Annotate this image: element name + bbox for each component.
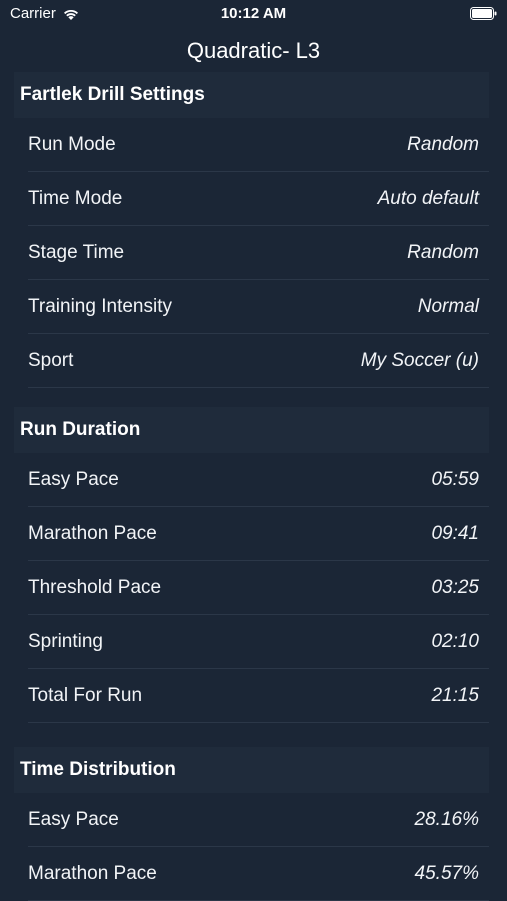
row-value: Random xyxy=(407,241,479,263)
row-value: 03:25 xyxy=(431,576,479,598)
distribution-row-easy-pace[interactable]: Easy Pace 28.16% xyxy=(28,793,489,847)
section-header: Run Duration xyxy=(14,407,489,453)
row-value: 28.16% xyxy=(414,808,479,830)
row-label: Sport xyxy=(28,349,74,371)
settings-row-training-intensity[interactable]: Training Intensity Normal xyxy=(28,280,489,334)
row-label: Stage Time xyxy=(28,241,125,263)
row-value: Normal xyxy=(417,295,479,317)
section-header: Time Distribution xyxy=(14,747,489,793)
row-label: Training Intensity xyxy=(28,295,172,317)
row-value: Random xyxy=(407,133,479,155)
duration-row-sprinting[interactable]: Sprinting 02:10 xyxy=(28,615,489,669)
settings-row-run-mode[interactable]: Run Mode Random xyxy=(28,118,489,172)
section-run-duration: Run Duration Easy Pace 05:59 Marathon Pa… xyxy=(14,407,489,723)
row-label: Marathon Pace xyxy=(28,862,157,884)
duration-row-total[interactable]: Total For Run 21:15 xyxy=(28,669,489,723)
row-label: Run Mode xyxy=(28,133,116,155)
settings-row-time-mode[interactable]: Time Mode Auto default xyxy=(28,172,489,226)
settings-row-sport[interactable]: Sport My Soccer (u) xyxy=(28,334,489,388)
section-time-distribution: Time Distribution Easy Pace 28.16% Marat… xyxy=(14,747,489,901)
row-value: 05:59 xyxy=(431,468,479,490)
row-label: Sprinting xyxy=(28,630,103,652)
row-value: My Soccer (u) xyxy=(360,349,479,371)
row-value: 02:10 xyxy=(431,630,479,652)
row-value: 45.57% xyxy=(414,862,479,884)
battery-icon xyxy=(470,7,497,20)
page-title: Quadratic- L3 xyxy=(186,38,321,63)
distribution-row-marathon-pace[interactable]: Marathon Pace 45.57% xyxy=(28,847,489,901)
duration-row-easy-pace[interactable]: Easy Pace 05:59 xyxy=(28,453,489,507)
settings-row-stage-time[interactable]: Stage Time Random xyxy=(28,226,489,280)
row-label: Easy Pace xyxy=(28,468,119,490)
row-value: 09:41 xyxy=(431,522,479,544)
row-label: Total For Run xyxy=(28,684,143,706)
row-label: Threshold Pace xyxy=(28,576,162,598)
section-fartlek-settings: Fartlek Drill Settings Run Mode Random T… xyxy=(14,72,489,388)
row-label: Marathon Pace xyxy=(28,522,157,544)
row-label: Easy Pace xyxy=(28,808,119,830)
duration-row-threshold-pace[interactable]: Threshold Pace 03:25 xyxy=(28,561,489,615)
status-bar: Carrier 10:12 AM xyxy=(0,0,507,28)
status-time: 10:12 AM xyxy=(220,5,287,22)
row-value: 21:15 xyxy=(431,684,479,706)
row-value: Auto default xyxy=(377,187,479,209)
section-header: Fartlek Drill Settings xyxy=(14,72,489,118)
duration-row-marathon-pace[interactable]: Marathon Pace 09:41 xyxy=(28,507,489,561)
row-label: Time Mode xyxy=(28,187,123,209)
